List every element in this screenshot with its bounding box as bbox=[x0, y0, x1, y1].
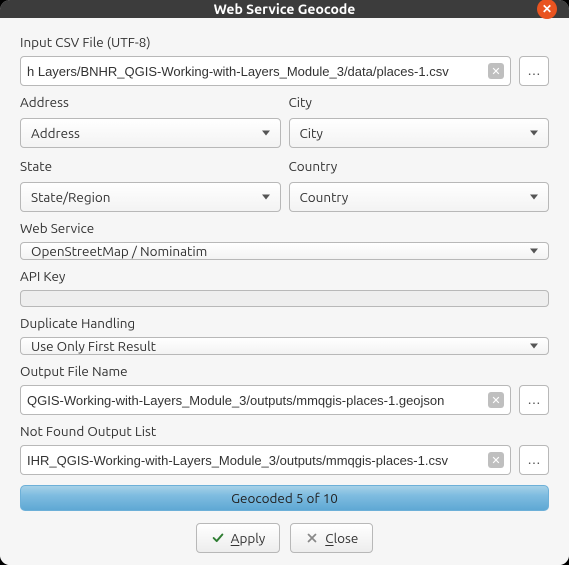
web-service-select[interactable]: OpenStreetMap / Nominatim bbox=[20, 242, 549, 260]
close-icon: ✕ bbox=[542, 2, 552, 16]
input-csv-field[interactable] bbox=[27, 64, 488, 79]
output-file-field[interactable] bbox=[27, 393, 488, 408]
output-file-browse-button[interactable]: … bbox=[519, 385, 549, 415]
output-file-field-wrap: ✕ bbox=[20, 385, 511, 415]
cancel-icon bbox=[305, 531, 319, 545]
dialog-button-row: Apply Close bbox=[20, 523, 549, 553]
not-found-clear-button[interactable]: ✕ bbox=[488, 452, 504, 468]
address-select-value: Address bbox=[31, 125, 80, 141]
not-found-label: Not Found Output List bbox=[20, 423, 549, 439]
chevron-down-icon bbox=[530, 131, 538, 136]
clear-icon: ✕ bbox=[491, 394, 500, 407]
state-select[interactable]: State/Region bbox=[20, 182, 281, 212]
clear-icon: ✕ bbox=[491, 65, 500, 78]
apply-button[interactable]: Apply bbox=[196, 523, 281, 553]
duplicate-value: Use Only First Result bbox=[31, 338, 156, 354]
output-file-label: Output File Name bbox=[20, 363, 549, 379]
input-csv-label: Input CSV File (UTF-8) bbox=[20, 34, 549, 50]
close-label: lose bbox=[334, 530, 359, 546]
input-csv-field-wrap: ✕ bbox=[20, 56, 511, 86]
api-key-field-wrap bbox=[20, 290, 549, 307]
duplicate-select[interactable]: Use Only First Result bbox=[20, 337, 549, 355]
web-service-value: OpenStreetMap / Nominatim bbox=[31, 243, 207, 259]
window-close-button[interactable]: ✕ bbox=[537, 0, 557, 19]
web-service-label: Web Service bbox=[20, 220, 549, 236]
not-found-browse-button[interactable]: … bbox=[519, 445, 549, 475]
city-label: City bbox=[289, 94, 550, 110]
city-select[interactable]: City bbox=[289, 118, 550, 148]
input-csv-clear-button[interactable]: ✕ bbox=[488, 63, 504, 79]
chevron-down-icon bbox=[530, 195, 538, 200]
api-key-label: API Key bbox=[20, 268, 549, 284]
window-title: Web Service Geocode bbox=[214, 1, 356, 17]
state-select-value: State/Region bbox=[31, 189, 110, 205]
output-file-clear-button[interactable]: ✕ bbox=[488, 392, 504, 408]
country-label: Country bbox=[289, 158, 550, 174]
input-csv-browse-button[interactable]: … bbox=[519, 56, 549, 86]
progress-bar: Geocoded 5 of 10 bbox=[20, 485, 549, 511]
state-label: State bbox=[20, 158, 281, 174]
chevron-down-icon bbox=[530, 249, 538, 254]
city-select-value: City bbox=[300, 125, 323, 141]
duplicate-label: Duplicate Handling bbox=[20, 315, 549, 331]
address-label: Address bbox=[20, 94, 281, 110]
clear-icon: ✕ bbox=[491, 454, 500, 467]
dialog-content: Input CSV File (UTF-8) ✕ … Address City … bbox=[0, 18, 569, 565]
apply-label: pply bbox=[239, 530, 265, 546]
country-select[interactable]: Country bbox=[289, 182, 550, 212]
progress-text: Geocoded 5 of 10 bbox=[231, 490, 338, 506]
address-select[interactable]: Address bbox=[20, 118, 281, 148]
chevron-down-icon bbox=[262, 131, 270, 136]
api-key-field[interactable] bbox=[27, 291, 542, 306]
close-button[interactable]: Close bbox=[290, 523, 373, 553]
not-found-field-wrap: ✕ bbox=[20, 445, 511, 475]
dialog-window: Web Service Geocode ✕ Input CSV File (UT… bbox=[0, 0, 569, 565]
country-select-value: Country bbox=[300, 189, 349, 205]
check-icon bbox=[211, 531, 225, 545]
chevron-down-icon bbox=[530, 344, 538, 349]
not-found-field[interactable] bbox=[27, 453, 488, 468]
chevron-down-icon bbox=[262, 195, 270, 200]
titlebar: Web Service Geocode ✕ bbox=[0, 0, 569, 18]
